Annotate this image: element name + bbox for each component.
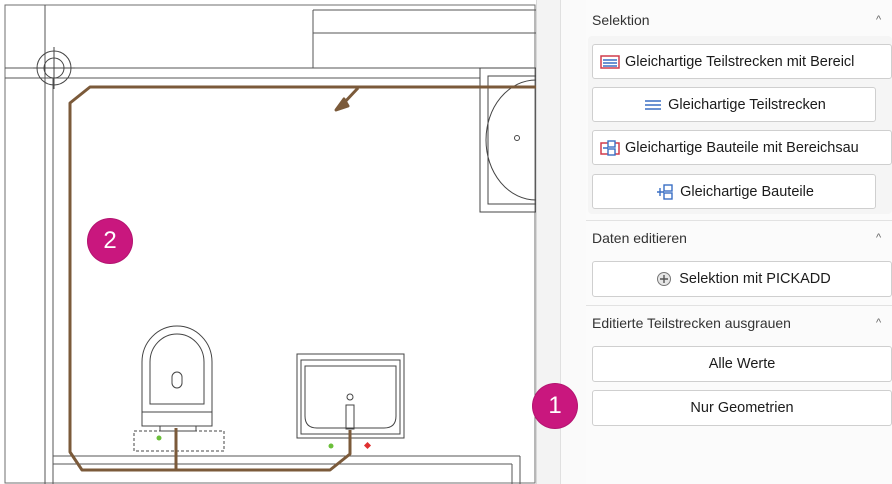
section-title-ausgrauen: Editierte Teilstrecken ausgrauen — [592, 315, 791, 331]
walls — [5, 5, 536, 484]
btn-label: Gleichartige Teilstrecken mit Bereicl — [625, 53, 855, 70]
btn-label: Alle Werte — [708, 356, 776, 372]
badge-2-number: 2 — [103, 227, 117, 254]
btn-segments-with-range[interactable]: Gleichartige Teilstrecken mit Bereicl — [592, 44, 892, 79]
section-title-selektion: Selektion — [592, 12, 650, 28]
btn-alle-werte[interactable]: Alle Werte — [592, 346, 892, 382]
round-basin — [479, 67, 536, 213]
annotation-badge-2: 2 — [88, 219, 132, 263]
cad-drawing-area[interactable]: 2 — [0, 0, 536, 484]
green-connector-dot — [156, 435, 162, 441]
components-icon — [657, 183, 673, 200]
toilet — [133, 325, 225, 452]
components-range-icon — [600, 139, 620, 156]
btn-components[interactable]: Gleichartige Bauteile — [592, 174, 876, 209]
segments-icon — [645, 99, 662, 110]
btn-selektion-pickadd[interactable]: Selektion mit PICKADD — [592, 261, 892, 297]
collapse-chevron-icon[interactable]: ^ — [876, 14, 881, 26]
floor-plan — [4, 4, 536, 484]
washbasin — [296, 353, 405, 439]
btn-components-with-range[interactable]: Gleichartige Bauteile mit Bereichsau — [592, 130, 892, 165]
pipe-route — [68, 85, 536, 472]
red-connector-dot — [363, 441, 372, 450]
collapse-chevron-icon[interactable]: ^ — [876, 317, 881, 329]
btn-label: Selektion mit PICKADD — [679, 271, 831, 287]
annotation-badge-1: 1 — [533, 384, 577, 428]
drawing-frame — [4, 4, 536, 484]
btn-nur-geometrien[interactable]: Nur Geometrien — [592, 390, 892, 426]
badge-1-number: 1 — [548, 392, 562, 419]
collapse-chevron-icon[interactable]: ^ — [876, 232, 881, 244]
btn-label: Nur Geometrien — [690, 400, 794, 416]
section-title-daten-editieren: Daten editieren — [592, 230, 687, 246]
green-connector-dot — [328, 443, 334, 449]
btn-label: Gleichartige Bauteile — [680, 183, 814, 200]
section-divider — [586, 220, 892, 221]
btn-label: Gleichartige Bauteile mit Bereichsau — [625, 139, 859, 156]
btn-label: Gleichartige Teilstrecken — [668, 96, 826, 113]
segments-range-icon — [600, 54, 620, 69]
section-divider — [586, 305, 892, 306]
pickadd-icon — [657, 272, 672, 286]
column-symbol — [33, 47, 75, 89]
btn-segments[interactable]: Gleichartige Teilstrecken — [592, 87, 876, 122]
